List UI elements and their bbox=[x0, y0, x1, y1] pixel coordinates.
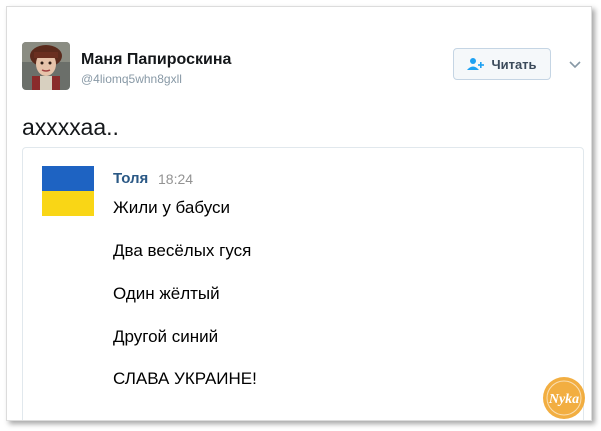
flag-stripe-blue bbox=[42, 166, 94, 191]
tweet-frame: Маня Папироскина @4liomq5whn8gxll Читать… bbox=[6, 6, 592, 421]
message-line: Один жёлтый bbox=[113, 284, 220, 303]
watermark-logo: Nyka bbox=[541, 375, 587, 420]
author-name[interactable]: Маня Папироскина bbox=[81, 51, 231, 69]
quoted-message-card[interactable]: Толя 18:24 Жили у бабуси Два весёлых гус… bbox=[22, 147, 584, 420]
flag-stripe-yellow bbox=[42, 191, 94, 216]
svg-text:Nyka: Nyka bbox=[548, 392, 579, 407]
author-handle[interactable]: @4liomq5whn8gxll bbox=[81, 72, 182, 86]
message-line: СЛАВА УКРАИНЕ! bbox=[113, 369, 257, 388]
message-line: Жили у бабуси bbox=[113, 198, 231, 217]
message-line: Другой синий bbox=[113, 327, 219, 346]
avatar[interactable] bbox=[22, 42, 70, 90]
quoted-timestamp: 18:24 bbox=[158, 171, 194, 187]
follow-button-label: Читать bbox=[491, 56, 537, 72]
avatar-image bbox=[22, 42, 70, 90]
add-user-icon bbox=[467, 57, 485, 71]
chevron-down-icon[interactable] bbox=[569, 57, 581, 69]
tweet-text: аххххаа.. bbox=[22, 114, 119, 140]
quoted-author-name[interactable]: Толя bbox=[113, 170, 148, 187]
follow-button[interactable]: Читать bbox=[453, 48, 551, 80]
flag-avatar bbox=[42, 166, 94, 216]
message-line: Два весёлых гуся bbox=[113, 241, 252, 260]
